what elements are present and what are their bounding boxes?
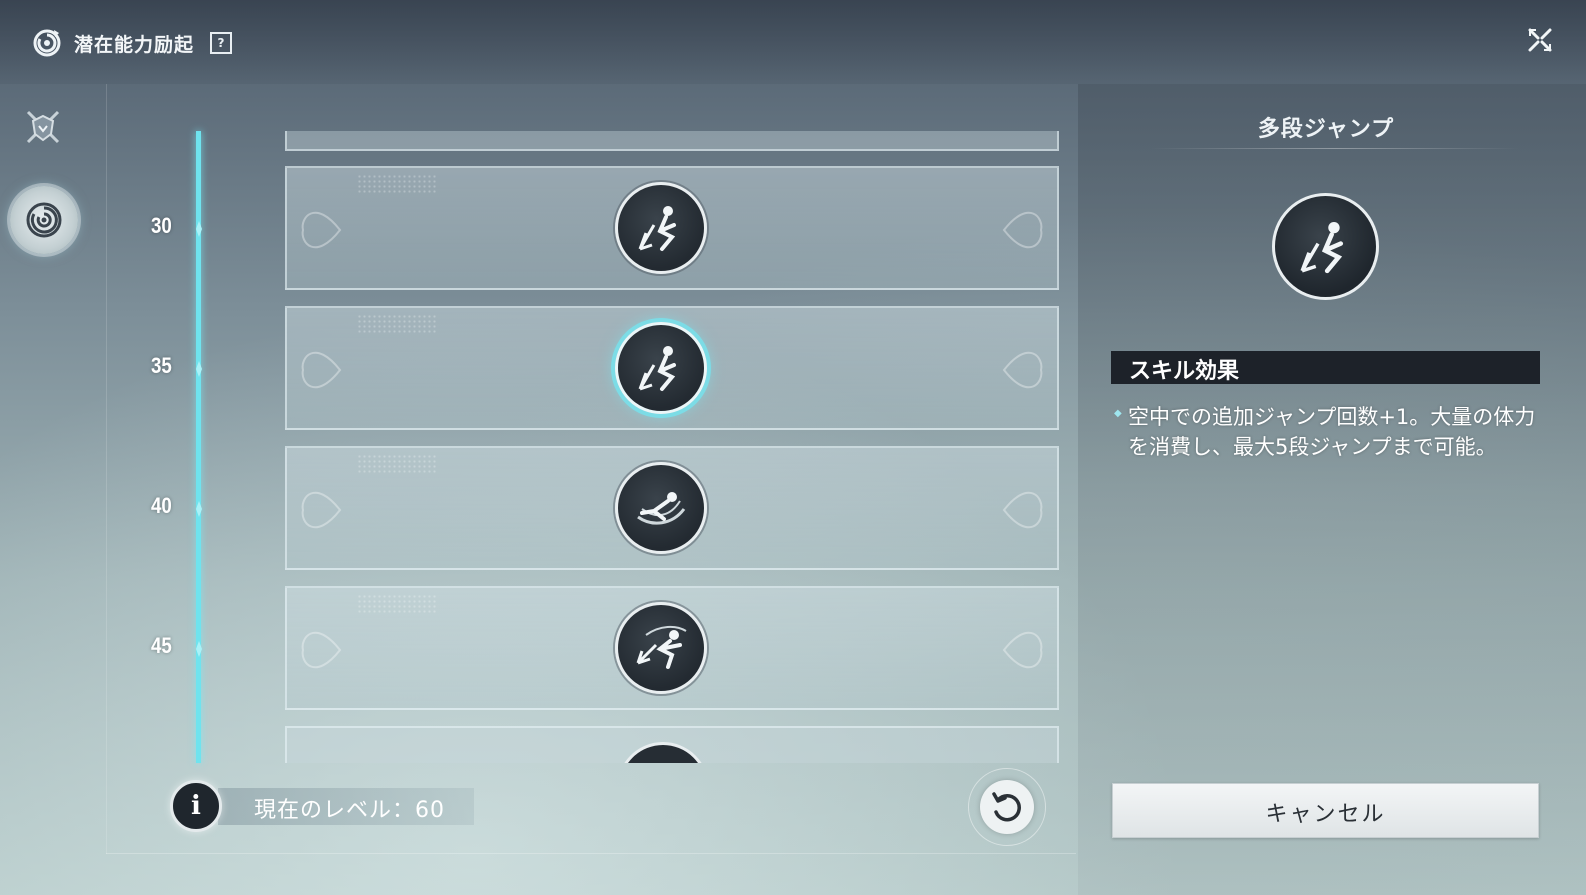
effect-header: スキル効果 xyxy=(1111,351,1540,384)
title-bar: 潜在能力励起 ? xyxy=(30,24,233,62)
skill-row-partial[interactable] xyxy=(285,726,1059,763)
skill-row-level-35[interactable] xyxy=(285,306,1059,430)
level-label-45: 45 xyxy=(151,633,172,658)
leaf-ornament-icon xyxy=(301,631,342,669)
skill-row-level-30[interactable] xyxy=(285,166,1059,290)
question-mark-icon[interactable]: ? xyxy=(210,32,233,54)
leaf-ornament-icon xyxy=(301,351,342,389)
info-icon: i xyxy=(191,791,201,821)
level-label-30: 30 xyxy=(151,213,172,238)
dash-slide-icon[interactable] xyxy=(615,462,707,554)
row-texture xyxy=(357,594,437,614)
help-label: ? xyxy=(217,36,225,50)
bullet-diamond-icon: ◆ xyxy=(1114,408,1122,419)
skill-icon-partial xyxy=(617,742,709,763)
reset-icon xyxy=(992,792,1021,822)
close-x-icon xyxy=(1528,28,1552,52)
selected-skill-name: 多段ジャンプ xyxy=(1257,117,1395,142)
timeline-node-icon xyxy=(196,361,202,377)
title-divider xyxy=(1150,148,1520,149)
level-label-40: 40 xyxy=(151,493,172,518)
row-texture xyxy=(357,454,437,474)
multi-jump-icon[interactable] xyxy=(615,182,707,274)
effect-description: 空中での追加ジャンプ回数+1。大量の体力を消費し、最大5段ジャンプまで可能。 xyxy=(1128,405,1536,459)
sidebar-tab-combat[interactable] xyxy=(20,104,66,150)
row-texture xyxy=(357,314,437,334)
leaf-ornament-icon xyxy=(1002,351,1043,389)
level-label-35: 35 xyxy=(151,353,172,378)
swirl-emblem-icon xyxy=(33,29,61,57)
crossed-swords-shield-icon xyxy=(26,110,60,144)
cancel-label: キャンセル xyxy=(1265,802,1386,827)
leaf-ornament-icon xyxy=(301,211,342,249)
page-title: 潜在能力励起 xyxy=(74,33,195,56)
leaf-ornament-icon xyxy=(1002,211,1043,249)
multi-jump-icon xyxy=(1272,193,1379,300)
current-level-pill: 現在のレベル：60 xyxy=(218,788,474,825)
reset-button[interactable] xyxy=(968,768,1046,846)
current-level-text: 現在のレベル：60 xyxy=(254,798,445,823)
multi-jump-icon[interactable] xyxy=(615,322,707,414)
timeline-node-icon xyxy=(196,501,202,517)
skill-row-level-45[interactable] xyxy=(285,586,1059,710)
row-texture xyxy=(357,174,437,194)
leaf-ornament-icon xyxy=(301,491,342,529)
timeline-node-icon xyxy=(196,221,202,237)
sidebar-divider xyxy=(106,84,107,854)
skill-row-partial[interactable] xyxy=(285,131,1059,151)
timeline-node-icon xyxy=(196,641,202,657)
close-button[interactable] xyxy=(1524,24,1556,56)
leaf-ornament-icon xyxy=(1002,491,1043,529)
aerial-kick-icon[interactable] xyxy=(615,602,707,694)
swirl-emblem-icon xyxy=(26,202,62,238)
top-bar xyxy=(0,0,1586,84)
leaf-ornament-icon xyxy=(1002,631,1043,669)
sidebar-tab-potential[interactable] xyxy=(10,186,78,254)
skill-row-level-40[interactable] xyxy=(285,446,1059,570)
footer-divider xyxy=(106,853,1076,854)
info-button[interactable]: i xyxy=(170,780,222,832)
cancel-button[interactable]: キャンセル xyxy=(1112,783,1539,838)
reset-button-face xyxy=(980,780,1034,834)
effect-header-label: スキル効果 xyxy=(1129,359,1240,384)
